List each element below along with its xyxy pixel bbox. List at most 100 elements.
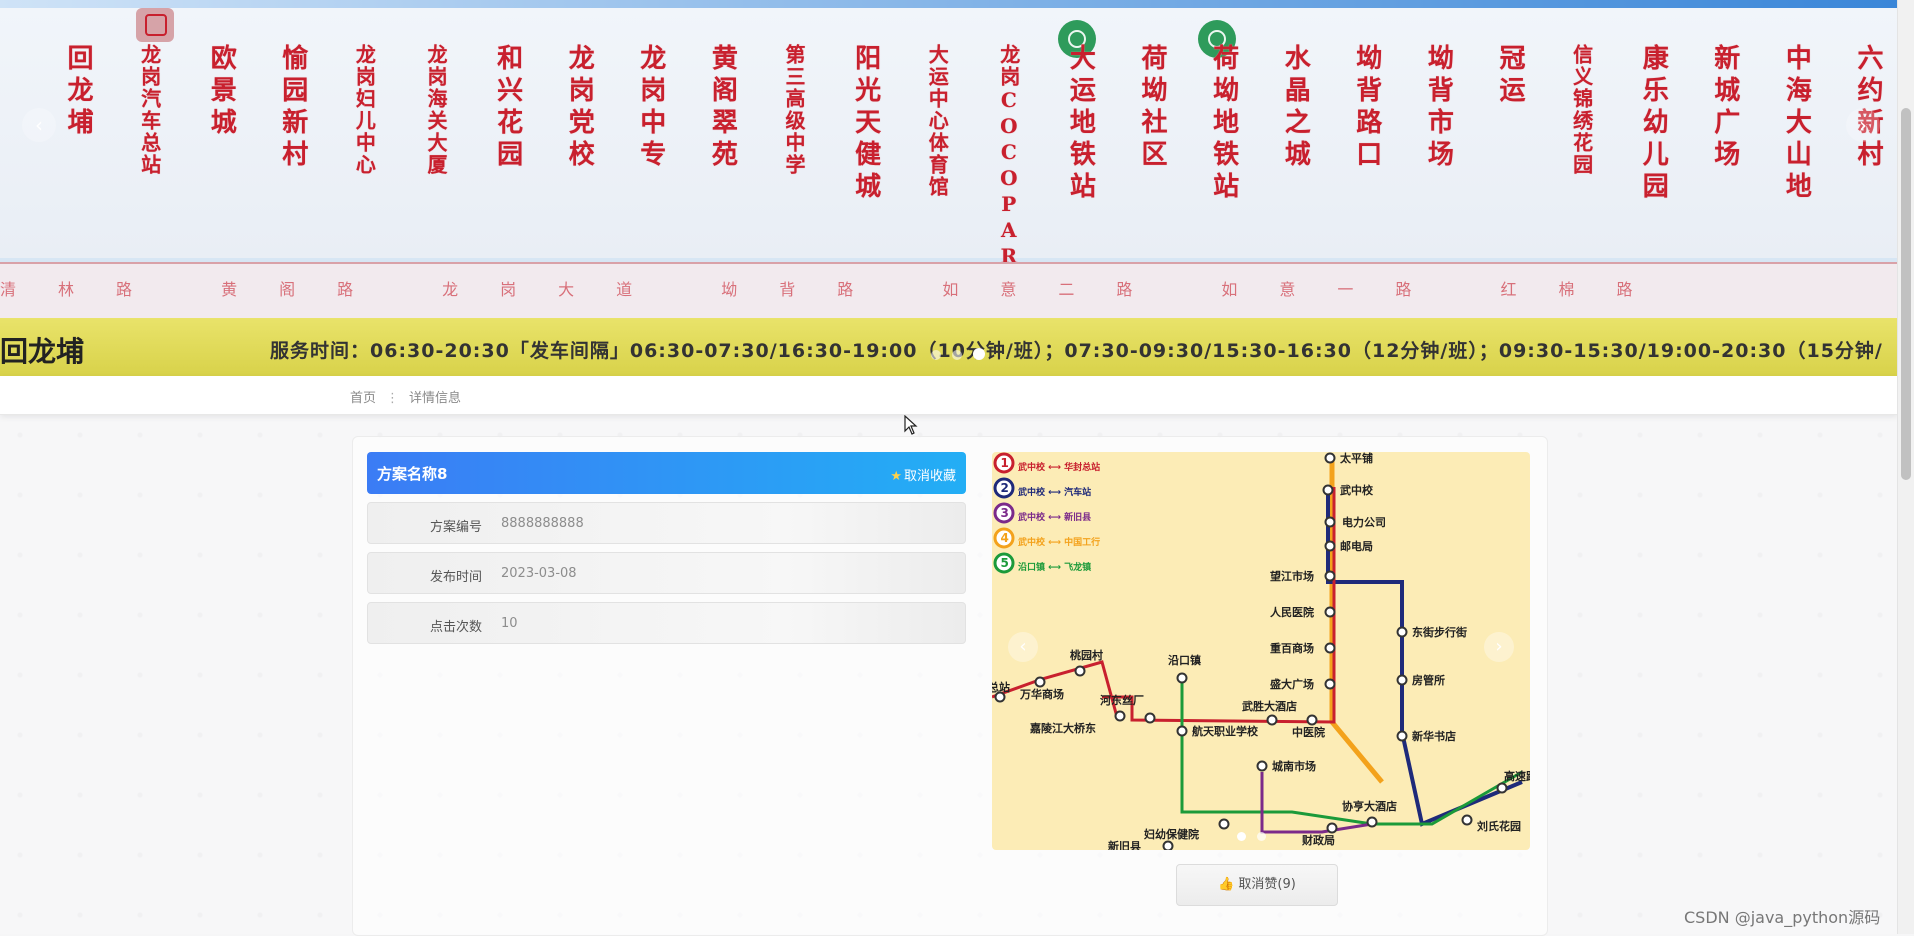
stop-name: 坳背市场	[1416, 44, 1460, 176]
info-label: 发布时间	[429, 570, 482, 585]
legend-route-text: 沿口镇 ⟷ 飞龙镇	[1018, 561, 1091, 573]
banner-prev-button[interactable]: ‹	[22, 108, 56, 142]
map-pagination	[1234, 826, 1269, 845]
map-station-label: 嘉陵江大桥东	[1029, 721, 1096, 735]
stop-name-text: 坳背市场	[1423, 44, 1454, 172]
stop-name: 回龙埔	[56, 44, 100, 144]
map-station-dot	[1322, 484, 1334, 496]
breadcrumb-home-link[interactable]: 首页	[350, 391, 376, 406]
unlike-label: 取消赞(9)	[1238, 877, 1296, 892]
map-station-dot	[1461, 814, 1473, 826]
map-station-dot	[1326, 822, 1338, 834]
service-time-text: 服务时间：06:30-20:30「发车间隔」06:30-07:30/16:30-…	[270, 340, 1883, 362]
map-station-label: 财政局	[1301, 833, 1335, 847]
map-station-dot	[1324, 570, 1336, 582]
stop-name: 龙岗党校	[557, 44, 601, 176]
stop-name: 黄阁翠苑	[700, 44, 744, 176]
map-station-label: 河东丝厂	[1100, 693, 1144, 707]
banner-dot[interactable]	[931, 350, 941, 360]
map-station-dot	[1162, 840, 1174, 850]
info-label: 方案编号	[429, 520, 482, 535]
thumbs-up-icon: 👍	[1218, 877, 1235, 892]
stop-name-text: 荷坳地铁站	[1208, 44, 1239, 204]
stop-name: 阳光天健城	[844, 44, 888, 208]
unfavorite-button[interactable]: ★ 取消收藏	[890, 465, 956, 484]
stop-name-text: 愉园新村	[277, 44, 308, 172]
map-station-label: 房管所	[1412, 673, 1445, 687]
legend-route-number: 3	[1001, 506, 1009, 520]
map-dot-active[interactable]	[1237, 832, 1246, 841]
map-dot[interactable]	[1257, 832, 1267, 841]
map-station-dot	[1496, 782, 1508, 794]
banner-carousel[interactable]: 回龙埔 龙岗汽车总站 欧景城 愉园新村 龙岗妇儿中心 龙岗海关大厦 和兴花园 龙岗党校 龙岗中专…	[0, 0, 1898, 376]
detail-title-bar: 方案名称8 ★ 取消收藏	[367, 452, 966, 494]
map-station-dot	[1144, 712, 1156, 724]
map-station-dot	[1176, 672, 1188, 684]
unlike-button[interactable]: 👍 取消赞(9)	[1176, 864, 1338, 906]
legend-route-number: 5	[1001, 556, 1009, 570]
legend-route-text: 武中校 ⟷ 新旧县	[1018, 511, 1091, 523]
map-station-dot	[1324, 452, 1336, 464]
banner-top-stripe	[0, 0, 1898, 8]
stop-name-text: 新城广场	[1709, 44, 1740, 172]
map-station-dot	[1034, 676, 1046, 688]
legend-route-text: 武中校 ⟷ 中国工行	[1018, 536, 1100, 548]
info-row-scheme-number: 方案编号 8888888888	[367, 502, 966, 544]
road-band: 清林路 黄阁路 龙岗大道 坳背路 如意二路 如意一路 红棉路	[0, 262, 1898, 320]
breadcrumb-separator: ⋮	[386, 391, 400, 406]
map-station-label: 航天职业学校	[1192, 724, 1259, 738]
map-station-dot	[1074, 665, 1086, 677]
map-station-label: 邮电局	[1340, 539, 1373, 553]
stop-name-text: 欧景城	[206, 44, 237, 140]
map-next-button[interactable]: ›	[1484, 632, 1514, 662]
route-map-carousel[interactable]: 太平铺 武中校 电力公司 邮电局 望江市场 人民医院 重百商场 盛大广场 东街步行街 房管所 新华书…	[992, 452, 1530, 850]
stop-name-text: 荷坳社区	[1137, 44, 1167, 172]
page-scrollbar[interactable]	[1897, 0, 1914, 934]
scrollbar-thumb[interactable]	[1901, 108, 1911, 480]
map-station-dot	[1324, 606, 1336, 618]
bus-stop-sign: 回龙埔 龙岗汽车总站 欧景城 愉园新村 龙岗妇儿中心 龙岗海关大厦 和兴花园 龙岗党校 龙岗中专…	[0, 8, 1898, 318]
map-station-dot	[1176, 725, 1188, 737]
stop-name: 龙岗妇儿中心	[342, 44, 386, 180]
map-station-dot	[1396, 674, 1408, 686]
stop-name: 中海大山地	[1774, 44, 1818, 208]
map-station-label: 万华商场	[1019, 687, 1064, 701]
stop-name: 龙岗中专	[629, 44, 673, 176]
stop-name-text: 信义锦绣花园	[1569, 44, 1594, 176]
service-strip-stop: 回龙埔	[0, 335, 85, 368]
page-title: 方案名称8	[377, 465, 448, 483]
stop-name: 康乐幼儿园	[1631, 44, 1675, 208]
breadcrumb-bar: 首页 ⋮ 详情信息	[0, 376, 1898, 415]
map-station-dot	[1324, 642, 1336, 654]
map-station-dot	[1114, 710, 1126, 722]
stop-name: 信义锦绣花园	[1560, 44, 1604, 180]
info-value: 2023-03-08	[501, 566, 577, 581]
map-station-label: 新华书店	[1412, 729, 1456, 743]
info-row-click-count: 点击次数 10	[367, 602, 966, 644]
breadcrumb: 首页 ⋮ 详情信息	[350, 387, 461, 406]
map-station-label: 望江市场	[1270, 569, 1314, 583]
map-station-dot	[1396, 626, 1408, 638]
map-station-label: 城南市场	[1272, 759, 1316, 773]
map-station-label: 电力公司	[1342, 515, 1386, 529]
stop-name-text: 龙岗中专	[635, 44, 666, 172]
stop-name-text: 康乐幼儿园	[1638, 44, 1669, 204]
info-label: 点击次数	[429, 620, 482, 635]
stop-name-text: 龙岗汽车总站	[137, 44, 162, 176]
map-prev-button[interactable]: ‹	[1008, 632, 1038, 662]
stop-name-text: 大运中心体育馆	[925, 44, 950, 198]
banner-next-button[interactable]: ›	[1846, 108, 1880, 142]
map-station-label: 武胜大酒店	[1242, 699, 1297, 713]
stop-name-text: 阳光天健城	[850, 44, 881, 204]
info-value: 10	[501, 616, 518, 631]
stop-name: 和兴花园	[486, 44, 530, 176]
stop-name: 愉园新村	[271, 44, 315, 176]
map-station-dot	[1366, 816, 1378, 828]
map-station-dot	[1324, 516, 1336, 528]
breadcrumb-current: 详情信息	[409, 391, 462, 406]
stop-name: 荷坳社区	[1130, 44, 1174, 176]
banner-pagination	[928, 345, 988, 360]
stop-name-text: 水晶之城	[1280, 44, 1311, 172]
map-station-dot	[1324, 540, 1336, 552]
map-station-label: 刘氏花园	[1477, 819, 1521, 833]
